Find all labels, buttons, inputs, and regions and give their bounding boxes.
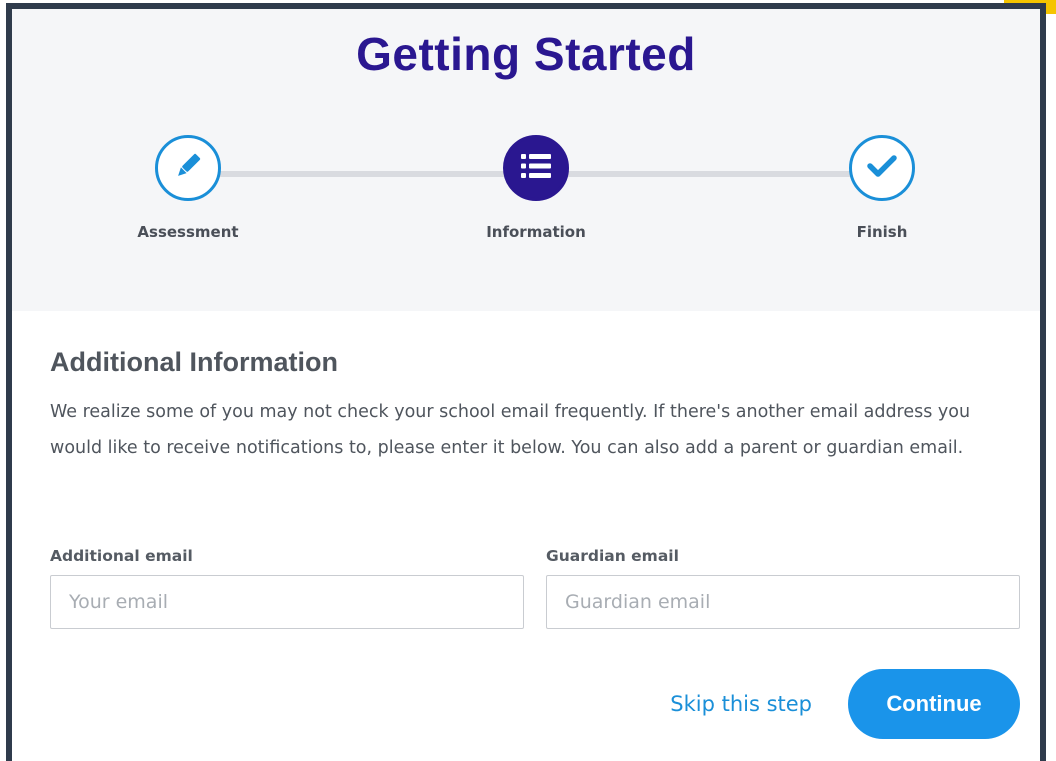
step-information: Information (436, 135, 636, 241)
continue-button[interactable]: Continue (848, 669, 1020, 739)
step-assessment: Assessment (88, 135, 288, 241)
step-label-finish: Finish (856, 223, 908, 241)
step-circle-finish (849, 135, 915, 201)
guardian-email-field[interactable] (546, 575, 1020, 629)
additional-email-field[interactable] (50, 575, 524, 629)
checkmark-icon (866, 153, 898, 184)
additional-email-label: Additional email (50, 547, 193, 565)
dialog-content: Additional Information We realize some o… (50, 347, 1020, 739)
section-description: We realize some of you may not check you… (50, 402, 971, 458)
getting-started-dialog: Getting Started Assessment Information F… (6, 3, 1046, 761)
step-label-assessment: Assessment (137, 223, 239, 241)
guardian-email-label: Guardian email (546, 547, 679, 565)
additional-email-group: Additional email (50, 547, 524, 629)
list-icon (521, 153, 551, 184)
pencil-icon (171, 149, 205, 188)
step-circle-information (503, 135, 569, 201)
dialog-title: Getting Started (356, 28, 696, 80)
section-title: Additional Information (50, 347, 338, 377)
skip-step-link[interactable]: Skip this step (670, 692, 812, 716)
dialog-header: Getting Started Assessment Information F… (12, 9, 1040, 311)
step-finish: Finish (782, 135, 982, 241)
step-circle-assessment (155, 135, 221, 201)
guardian-email-group: Guardian email (546, 547, 1020, 629)
step-label-information: Information (486, 223, 586, 241)
dialog-actions: Skip this step Continue (670, 669, 1020, 739)
